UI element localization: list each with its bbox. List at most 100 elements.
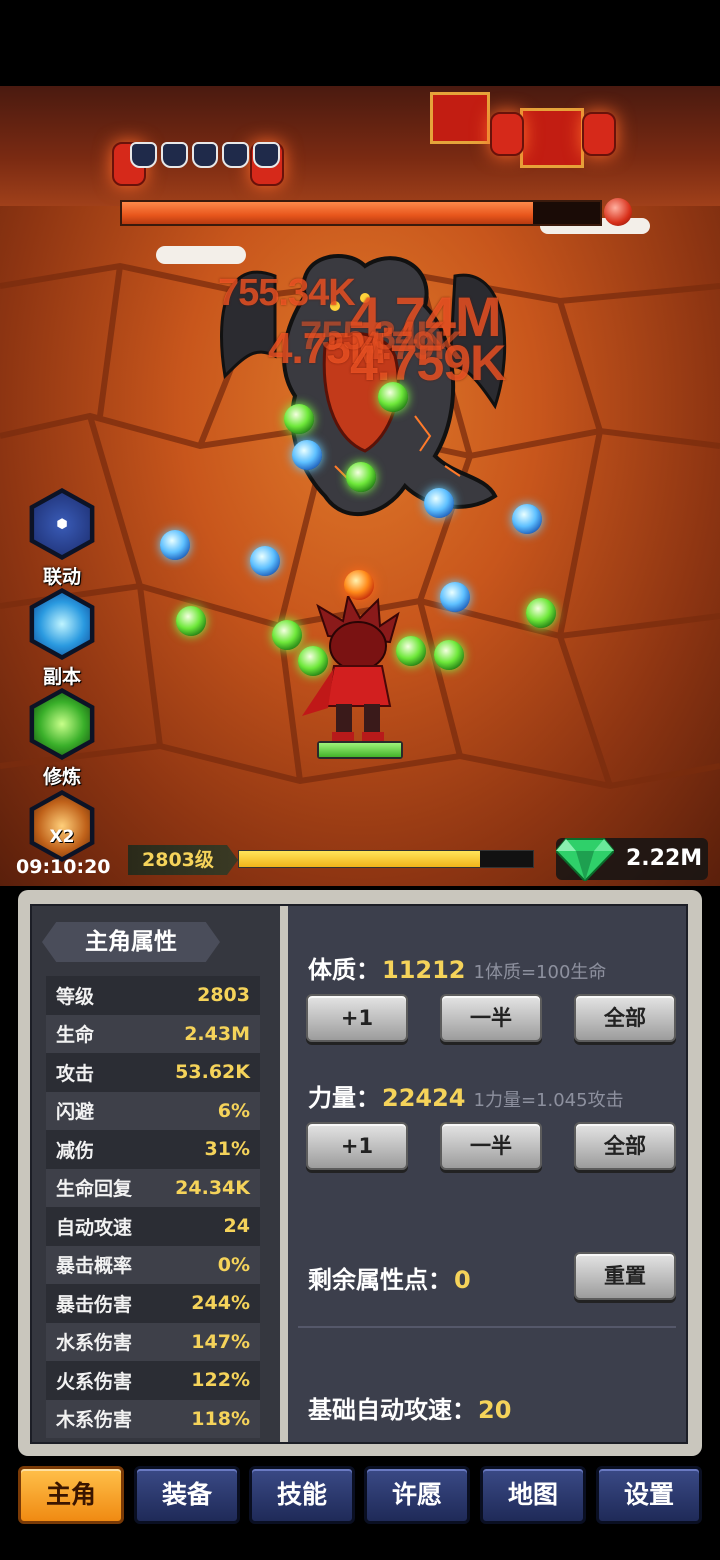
shop-doorway [520, 108, 584, 168]
stat-key: 火系伤害 [56, 1370, 133, 1393]
stat-row-dodge: 闪避 6% [46, 1091, 260, 1130]
stat-value: 24.34K [175, 1176, 250, 1199]
status-bar [0, 0, 720, 86]
player-level: 2803级 [128, 845, 238, 875]
boss-health-bar [120, 200, 602, 226]
stat-key: 暴击伤害 [56, 1293, 133, 1316]
tab-equipment[interactable]: 装备 [134, 1466, 240, 1524]
remaining-points-value: 0 [454, 1266, 471, 1294]
boost-timer: 09:10:20 [16, 856, 111, 878]
link-event-label: 联动 [42, 566, 81, 588]
cultivation-button[interactable]: 修炼 [26, 688, 98, 789]
shop-sign [430, 92, 490, 144]
link-event-icon: ⬢ [34, 493, 90, 555]
stat-value: 53.62K [175, 1061, 250, 1084]
constitution-value: 11212 [382, 956, 466, 984]
tab-settings[interactable]: 设置 [596, 1466, 702, 1524]
water-orb [250, 546, 280, 576]
section-divider [298, 1326, 676, 1328]
strength-value: 22424 [382, 1084, 466, 1112]
dungeon-button[interactable]: 副本 [26, 588, 98, 689]
stat-value: 24 [223, 1215, 250, 1238]
boss-health-fill [122, 202, 534, 224]
double-reward-icon: X2 [34, 795, 90, 857]
wood-orb [284, 404, 314, 434]
hero-health-fill [319, 743, 401, 757]
stat-row-crit-damage: 暴击伤害 244% [46, 1284, 260, 1323]
stat-value: 2.43M [184, 1022, 250, 1045]
strength-line: 力量：22424 1力量=1.045攻击 [308, 1078, 624, 1113]
damage-number: 755.34K [218, 272, 356, 314]
bottom-tab-bar: 主角 装备 技能 许愿 地图 设置 [18, 1466, 704, 1524]
stat-row-auto-attack-speed: 自动攻速 24 [46, 1207, 260, 1246]
stat-key: 暴击概率 [56, 1255, 133, 1278]
wood-orb [526, 598, 556, 628]
remaining-points-line: 剩余属性点：0 [308, 1260, 471, 1295]
tab-wish[interactable]: 许愿 [364, 1466, 470, 1524]
dungeon-label: 副本 [42, 666, 81, 688]
dungeon-frame [29, 588, 95, 660]
double-reward-button[interactable]: X2 [26, 790, 98, 862]
stat-key: 攻击 [56, 1062, 95, 1085]
strength-label: 力量： [308, 1084, 380, 1112]
water-orb [424, 488, 454, 518]
stat-row-fire-damage: 火系伤害 122% [46, 1361, 260, 1400]
constitution-plus-one-button[interactable]: +1 [306, 994, 408, 1042]
stat-row-wood-damage: 木系伤害 118% [46, 1399, 260, 1438]
stat-value: 0% [217, 1253, 250, 1276]
constitution-half-button[interactable]: 一半 [440, 994, 542, 1042]
stat-key: 木系伤害 [56, 1409, 133, 1432]
stat-row-water-damage: 水系伤害 147% [46, 1322, 260, 1361]
remaining-points-label: 剩余属性点： [308, 1266, 452, 1294]
stat-key: 等级 [56, 985, 95, 1008]
hero-health-bar [317, 741, 403, 759]
stat-value: 122% [191, 1369, 250, 1392]
constitution-label: 体质： [308, 956, 380, 984]
constitution-line: 体质：11212 1体质=100生命 [308, 950, 606, 985]
base-attack-speed-line: 基础自动攻速：20 [308, 1390, 511, 1425]
stat-key: 生命回复 [56, 1178, 133, 1201]
link-event-button[interactable]: ⬢ 联动 [26, 488, 98, 589]
tab-hero[interactable]: 主角 [18, 1466, 124, 1524]
constitution-all-button[interactable]: 全部 [574, 994, 676, 1042]
wood-orb [378, 382, 408, 412]
stat-value: 118% [191, 1407, 250, 1430]
red-lantern [490, 112, 524, 156]
cultivation-label: 修炼 [42, 766, 81, 788]
wood-orb [434, 640, 464, 670]
tab-skills[interactable]: 技能 [249, 1466, 355, 1524]
boss-element-icon [604, 198, 632, 226]
red-lantern [582, 112, 616, 156]
attribute-points-column: 体质：11212 1体质=100生命 +1 一半 全部 力量：22424 1力量=1… [288, 906, 686, 1442]
reset-button[interactable]: 重置 [574, 1252, 676, 1300]
stat-row-damage-reduction: 减伤 31% [46, 1130, 260, 1169]
exp-fill [239, 851, 481, 867]
stat-key: 减伤 [56, 1139, 95, 1162]
water-orb [292, 440, 322, 470]
stat-row-level: 等级 2803 [46, 976, 260, 1015]
water-orb [160, 530, 190, 560]
vortex-dungeon-icon [34, 593, 90, 655]
base-attack-speed-value: 20 [478, 1396, 512, 1424]
wood-orb [176, 606, 206, 636]
strength-all-button[interactable]: 全部 [574, 1122, 676, 1170]
battle-scene[interactable]: 755.34K 4.74M 4.75M 755.34K 4.79K 4.759K [0, 86, 720, 886]
stat-key: 生命 [56, 1024, 95, 1047]
column-divider [280, 906, 288, 1442]
double-reward-frame: X2 [29, 790, 95, 862]
stat-value: 2803 [197, 984, 250, 1007]
strength-half-button[interactable]: 一半 [440, 1122, 542, 1170]
exp-bar [238, 850, 534, 868]
strength-plus-one-button[interactable]: +1 [306, 1122, 408, 1170]
water-orb [440, 582, 470, 612]
tab-map[interactable]: 地图 [480, 1466, 586, 1524]
stat-key: 闪避 [56, 1101, 95, 1124]
gem-amount: 2.22M [626, 846, 703, 871]
strength-hint: 1力量=1.045攻击 [473, 1090, 624, 1111]
link-event-frame: ⬢ [29, 488, 95, 560]
cultivation-frame [29, 688, 95, 760]
opera-masks [130, 142, 280, 168]
hero-character[interactable] [298, 596, 418, 746]
gem-counter[interactable]: 2.22M [556, 838, 708, 881]
stat-key: 水系伤害 [56, 1332, 133, 1355]
